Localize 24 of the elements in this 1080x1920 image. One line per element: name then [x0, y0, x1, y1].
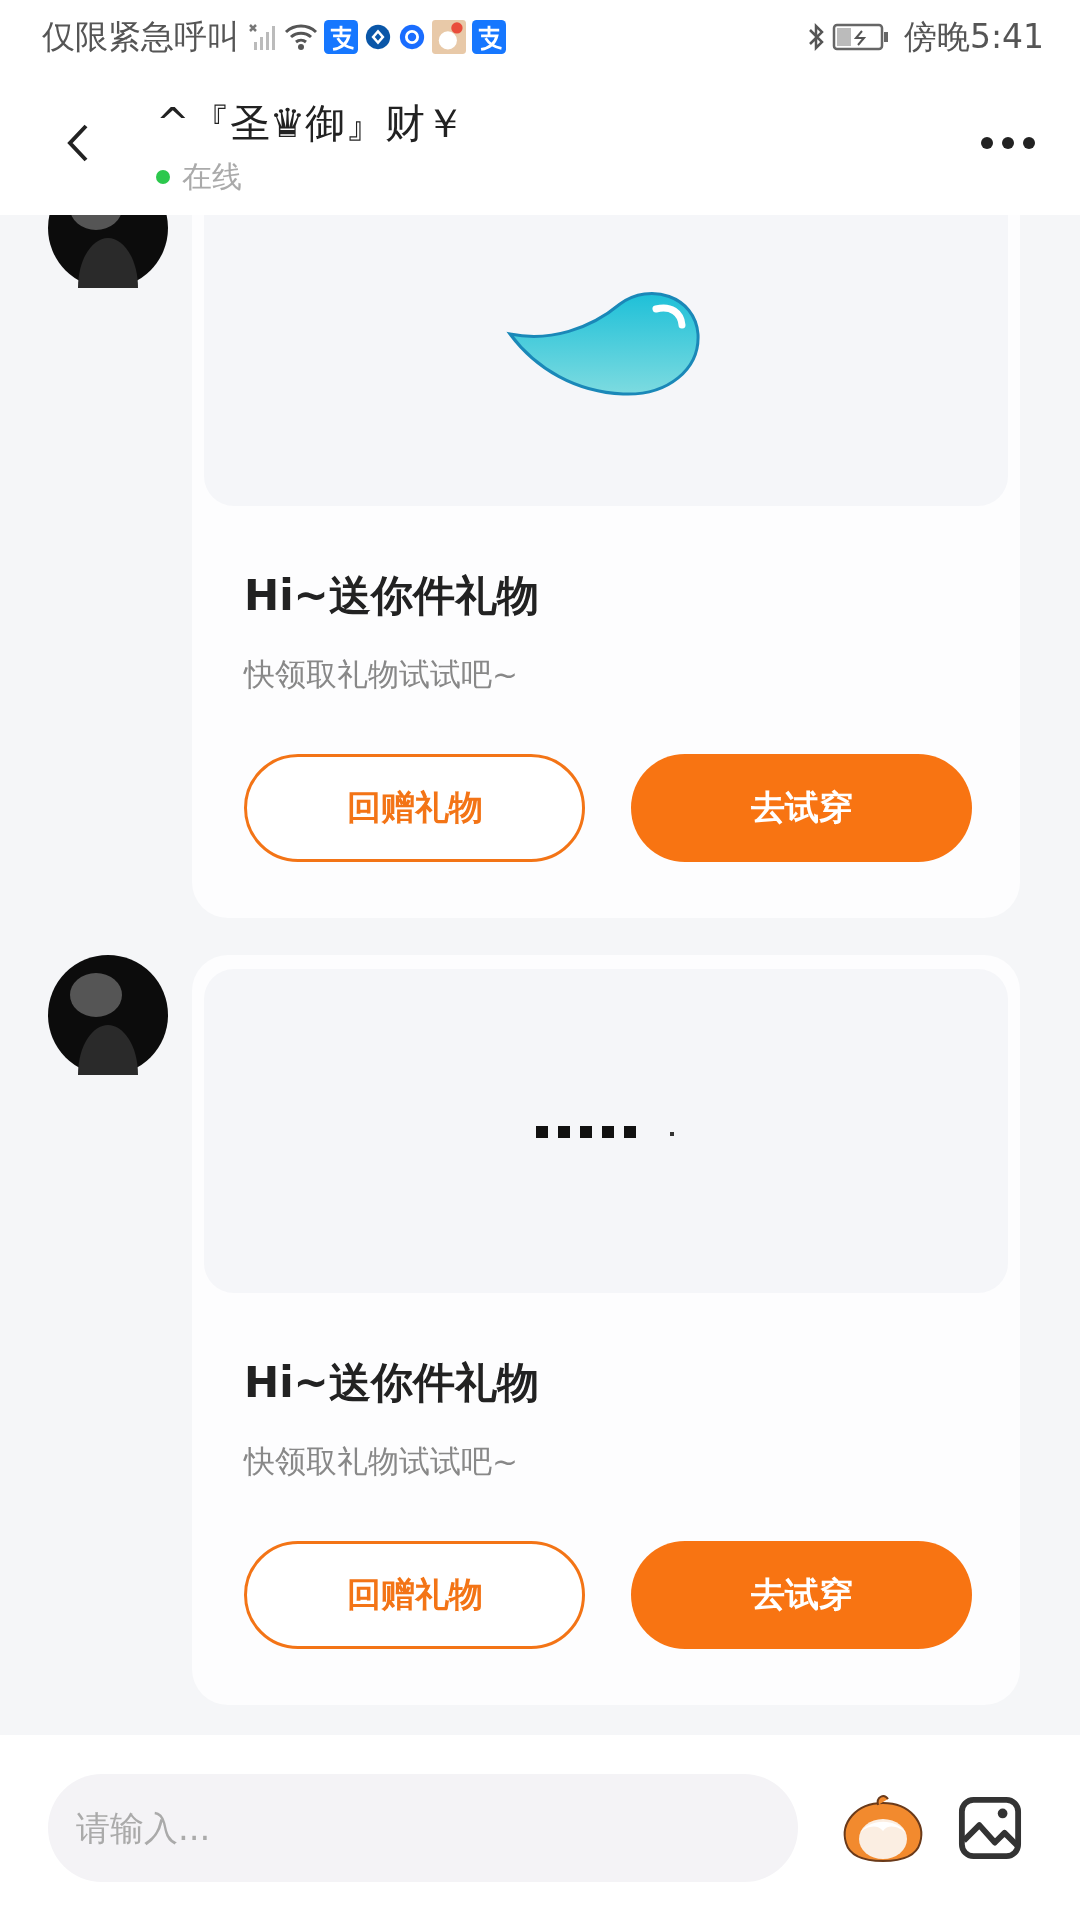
- status-time: 傍晚5:41: [903, 15, 1044, 58]
- app-icon: [324, 20, 358, 54]
- app-icon: [364, 23, 392, 51]
- loading-icon: [536, 1124, 676, 1138]
- online-status: 在线: [182, 157, 242, 196]
- gift-title: Hi~送你件礼物: [244, 1357, 540, 1409]
- gift-subtitle: 快领取礼物试试吧~: [244, 655, 519, 694]
- return-gift-button[interactable]: 回赠礼物: [244, 754, 585, 862]
- app-icon: [472, 20, 506, 54]
- avatar[interactable]: [48, 955, 168, 1075]
- return-gift-button[interactable]: 回赠礼物: [244, 1541, 585, 1649]
- app-icon: [398, 23, 426, 51]
- battery-icon: [831, 23, 890, 51]
- status-text: 仅限紧急呼叫: [42, 15, 240, 58]
- chat-title: ^『圣♛御』财￥: [156, 98, 467, 148]
- try-on-button[interactable]: 去试穿: [631, 1541, 972, 1649]
- wifi-icon: [284, 22, 318, 52]
- image-icon[interactable]: [958, 1795, 1022, 1860]
- message-input[interactable]: 请输入...: [48, 1773, 798, 1882]
- app-icon: [432, 20, 466, 54]
- gift-subtitle: 快领取礼物试试吧~: [244, 1442, 519, 1481]
- try-on-button[interactable]: 去试穿: [631, 754, 972, 862]
- gift-title: Hi~送你件礼物: [244, 570, 540, 622]
- signal-icon: [248, 22, 278, 52]
